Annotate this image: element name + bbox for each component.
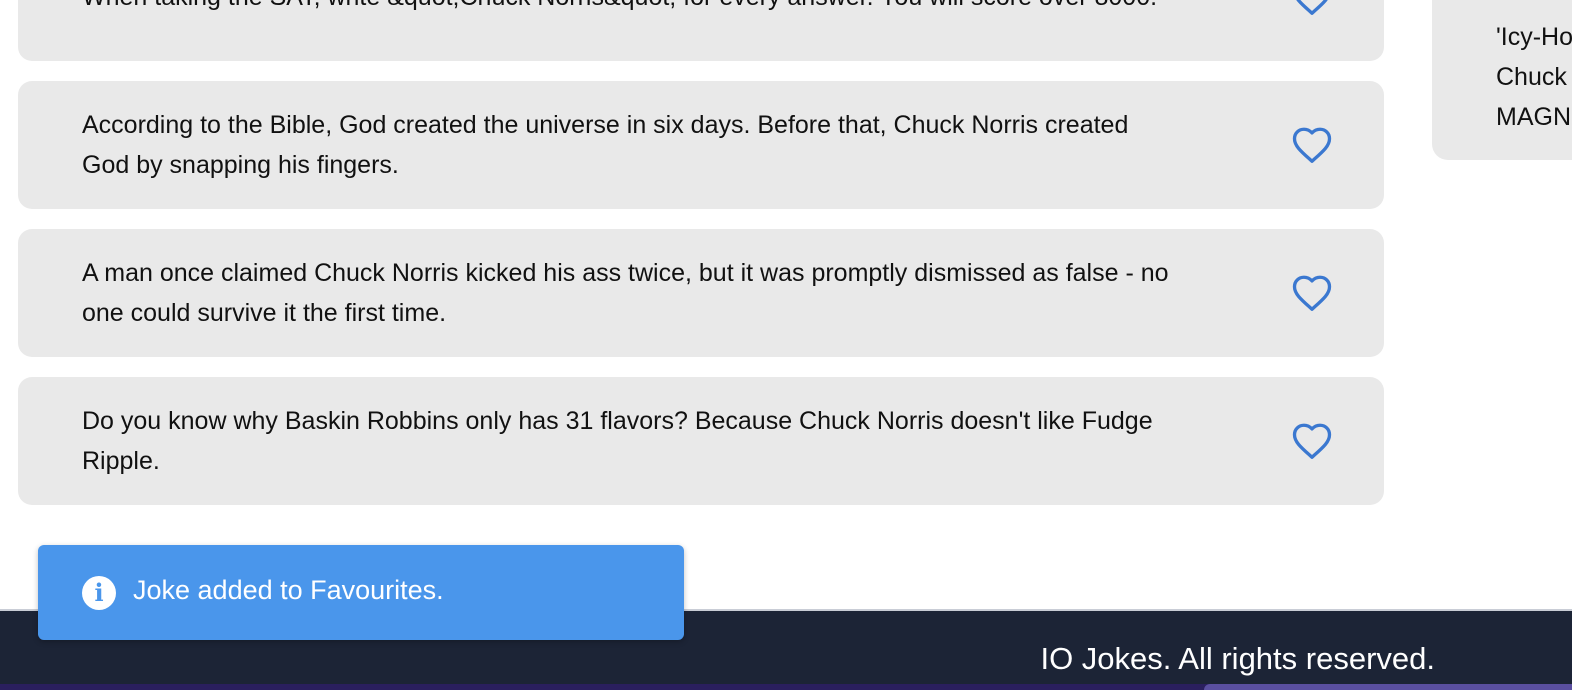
- joke-card: Do you know why Baskin Robbins only has …: [18, 377, 1384, 505]
- jokes-page: When taking the SAT, write &quot;Chuck N…: [0, 0, 1572, 690]
- joke-card: According to the Bible, God created the …: [18, 81, 1384, 209]
- favourite-button[interactable]: [1290, 419, 1334, 463]
- joke-text: When taking the SAT, write &quot;Chuck N…: [82, 0, 1177, 17]
- favourite-button[interactable]: [1290, 123, 1334, 167]
- joke-card: A man once claimed Chuck Norris kicked h…: [18, 229, 1384, 357]
- joke-text: A man once claimed Chuck Norris kicked h…: [82, 259, 1169, 327]
- footer-pill: [1204, 684, 1572, 690]
- joke-text: Do you know why Baskin Robbins only has …: [82, 407, 1153, 475]
- joke-card: When taking the SAT, write &quot;Chuck N…: [18, 0, 1384, 61]
- heart-outline-icon: [1292, 423, 1332, 459]
- toast-message: Joke added to Favourites.: [133, 575, 444, 605]
- side-joke-text: 'Icy-Ho Chuck MAGN: [1496, 23, 1572, 131]
- joke-text: According to the Bible, God created the …: [82, 111, 1129, 179]
- toast-notification[interactable]: i Joke added to Favourites.: [38, 545, 684, 640]
- side-joke-card: 'Icy-Ho Chuck MAGN: [1432, 0, 1572, 160]
- heart-outline-icon: [1296, 0, 1328, 15]
- heart-outline-icon: [1292, 275, 1332, 311]
- joke-list: When taking the SAT, write &quot;Chuck N…: [18, 0, 1384, 525]
- favourite-button[interactable]: [1290, 271, 1334, 315]
- heart-outline-icon: [1292, 127, 1332, 163]
- favourite-button[interactable]: [1290, 0, 1334, 19]
- footer-copyright: IO Jokes. All rights reserved.: [1040, 641, 1435, 676]
- info-icon: i: [82, 576, 116, 610]
